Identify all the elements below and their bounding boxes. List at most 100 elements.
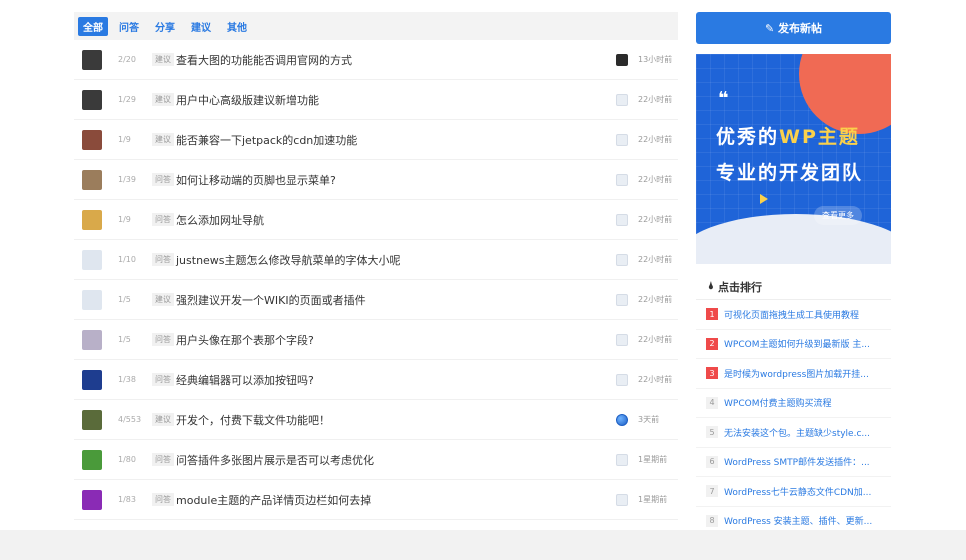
- avatar[interactable]: [82, 89, 102, 110]
- topic-title-link[interactable]: 如何让移动端的页脚也显示菜单?: [176, 172, 336, 188]
- topic-title-link[interactable]: module主题的产品详情页边栏如何去掉: [176, 492, 371, 508]
- last-reply-time: 22小时前: [638, 135, 673, 144]
- tab-share[interactable]: 分享: [150, 17, 180, 36]
- last-reply-time: 22小时前: [638, 335, 673, 344]
- ranking-item[interactable]: 5 无法安装这个包。主题缺少style.c...: [696, 418, 891, 448]
- rank-title-link[interactable]: WPCOM付费主题购买流程: [724, 396, 884, 409]
- last-replier-avatar-icon[interactable]: [616, 373, 628, 386]
- quote-icon: ❝: [718, 88, 729, 109]
- topic-row[interactable]: 1/5 问答 用户头像在那个表那个字段? 22小时前: [74, 320, 678, 360]
- last-replier-avatar-icon[interactable]: [616, 493, 628, 506]
- ranking-header: 🌢 点击排行: [696, 274, 891, 300]
- last-reply-time: 13小时前: [638, 55, 673, 64]
- topic-row[interactable]: 1/83 问答 module主题的产品详情页边栏如何去掉 1星期前: [74, 480, 678, 520]
- avatar[interactable]: [82, 329, 102, 350]
- rank-title-link[interactable]: WordPress SMTP邮件发送插件：...: [724, 455, 884, 468]
- last-replier-avatar-icon[interactable]: [616, 53, 628, 66]
- avatar[interactable]: [82, 289, 102, 310]
- popular-ranking: 🌢 点击排行 1 可视化页面拖拽生成工具使用教程 2 WPCOM主题如何升级到最…: [696, 274, 891, 536]
- avatar[interactable]: [82, 209, 102, 230]
- ranking-item[interactable]: 6 WordPress SMTP邮件发送插件：...: [696, 448, 891, 477]
- reply-view-count: 1/9: [118, 135, 131, 144]
- avatar[interactable]: [82, 409, 102, 430]
- topic-title-link[interactable]: 经典编辑器可以添加按钮吗?: [176, 372, 314, 388]
- topic-row[interactable]: 2/20 建议 查看大图的功能能否调用官网的方式 13小时前: [74, 40, 678, 80]
- topic-row[interactable]: 1/38 问答 经典编辑器可以添加按钮吗? 22小时前: [74, 360, 678, 400]
- last-replier-avatar-icon[interactable]: [616, 133, 628, 146]
- topic-rows: 2/20 建议 查看大图的功能能否调用官网的方式 13小时前 1/29 建议 用…: [74, 40, 678, 520]
- topic-title-link[interactable]: justnews主题怎么修改导航菜单的字体大小呢: [176, 252, 401, 268]
- rank-title-link[interactable]: 无法安装这个包。主题缺少style.c...: [724, 426, 884, 439]
- topic-title-link[interactable]: 查看大图的功能能否调用官网的方式: [176, 52, 352, 68]
- tab-all[interactable]: 全部: [78, 16, 108, 36]
- last-replier-avatar-icon[interactable]: [616, 333, 628, 346]
- ranking-item[interactable]: 7 WordPress七牛云静态文件CDN加...: [696, 477, 891, 507]
- rank-title-link[interactable]: WPCOM主题如何升级到最新版 主...: [724, 337, 884, 350]
- avatar[interactable]: [82, 129, 102, 150]
- topic-row[interactable]: 1/9 建议 能否兼容一下jetpack的cdn加速功能 22小时前: [74, 120, 678, 160]
- topic-title-link[interactable]: 强烈建议开发一个WIKI的页面或者插件: [176, 292, 366, 308]
- topic-tag: 建议: [152, 413, 174, 426]
- topic-title-link[interactable]: 开发个，付费下载文件功能吧！: [176, 412, 330, 428]
- topic-tag: 建议: [152, 133, 174, 146]
- tab-suggest[interactable]: 建议: [186, 17, 216, 36]
- topic-row[interactable]: 1/29 建议 用户中心高级版建议新增功能 22小时前: [74, 80, 678, 120]
- topic-row[interactable]: 4/553 建议 开发个，付费下载文件功能吧！ 3天前: [74, 400, 678, 440]
- last-replier-avatar-icon[interactable]: [616, 173, 628, 186]
- last-replier-avatar-icon[interactable]: [616, 293, 628, 306]
- ranking-item[interactable]: 3 是时候为wordpress图片加载开挂...: [696, 359, 891, 389]
- avatar[interactable]: [82, 169, 102, 190]
- rank-title-link[interactable]: WordPress 安装主题、插件、更新...: [724, 514, 884, 527]
- rank-title-link[interactable]: WordPress七牛云静态文件CDN加...: [724, 485, 884, 498]
- last-replier-avatar-icon[interactable]: [616, 413, 628, 426]
- reply-view-count: 1/38: [118, 375, 136, 384]
- topic-row[interactable]: 1/10 问答 justnews主题怎么修改导航菜单的字体大小呢 22小时前: [74, 240, 678, 280]
- topic-title-link[interactable]: 能否兼容一下jetpack的cdn加速功能: [176, 132, 357, 148]
- topic-row[interactable]: 1/9 问答 怎么添加网址导航 22小时前: [74, 200, 678, 240]
- rank-number: 2: [706, 337, 718, 350]
- banner-headline-1: 优秀的WP主题: [716, 126, 860, 148]
- avatar[interactable]: [82, 489, 102, 510]
- tab-other[interactable]: 其他: [222, 17, 252, 36]
- tab-qa[interactable]: 问答: [114, 17, 144, 36]
- topic-title-link[interactable]: 问答插件多张图片展示是否可以考虑优化: [176, 452, 374, 468]
- topic-row[interactable]: 1/80 问答 问答插件多张图片展示是否可以考虑优化 1星期前: [74, 440, 678, 480]
- topic-row[interactable]: 1/5 建议 强烈建议开发一个WIKI的页面或者插件 22小时前: [74, 280, 678, 320]
- topic-tag: 问答: [152, 333, 174, 346]
- topic-title-link[interactable]: 用户头像在那个表那个字段?: [176, 332, 314, 348]
- last-reply-time: 1星期前: [638, 455, 668, 464]
- last-reply-time: 22小时前: [638, 375, 673, 384]
- reply-view-count: 2/20: [118, 55, 136, 64]
- rank-number: 6: [706, 455, 718, 468]
- ranking-item[interactable]: 1 可视化页面拖拽生成工具使用教程: [696, 300, 891, 330]
- last-replier-avatar-icon[interactable]: [616, 213, 628, 226]
- page-bottom-area: [0, 530, 966, 560]
- ranking-item[interactable]: 2 WPCOM主题如何升级到最新版 主...: [696, 330, 891, 359]
- avatar[interactable]: [82, 49, 102, 70]
- rank-number: 1: [706, 308, 718, 321]
- avatar[interactable]: [82, 249, 102, 270]
- topic-tag: 问答: [152, 453, 174, 466]
- promo-banner[interactable]: ❝ 优秀的WP主题 专业的开发团队 查看更多: [696, 54, 891, 264]
- last-replier-avatar-icon[interactable]: [616, 453, 628, 466]
- reply-view-count: 1/83: [118, 495, 136, 504]
- reply-view-count: 1/5: [118, 295, 131, 304]
- topic-title-link[interactable]: 用户中心高级版建议新增功能: [176, 92, 319, 108]
- topic-tag: 问答: [152, 373, 174, 386]
- topic-row[interactable]: 1/39 问答 如何让移动端的页脚也显示菜单? 22小时前: [74, 160, 678, 200]
- banner-more-button[interactable]: 查看更多: [814, 206, 862, 225]
- ranking-item[interactable]: 4 WPCOM付费主题购买流程: [696, 389, 891, 418]
- last-replier-avatar-icon[interactable]: [616, 93, 628, 106]
- sidebar: ✎ 发布新帖 ❝ 优秀的WP主题 专业的开发团队 查看更多 🌢 点击排行 1 可…: [696, 12, 891, 536]
- reply-view-count: 1/10: [118, 255, 136, 264]
- avatar[interactable]: [82, 449, 102, 470]
- forum-topic-list: 全部 问答 分享 建议 其他 2/20 建议 查看大图的功能能否调用官网的方式 …: [74, 12, 678, 520]
- ranking-list: 1 可视化页面拖拽生成工具使用教程 2 WPCOM主题如何升级到最新版 主...…: [696, 300, 891, 536]
- rank-title-link[interactable]: 可视化页面拖拽生成工具使用教程: [724, 308, 884, 321]
- last-reply-time: 22小时前: [638, 295, 673, 304]
- topic-title-link[interactable]: 怎么添加网址导航: [176, 212, 264, 228]
- avatar[interactable]: [82, 369, 102, 390]
- last-replier-avatar-icon[interactable]: [616, 253, 628, 266]
- rank-title-link[interactable]: 是时候为wordpress图片加载开挂...: [724, 367, 884, 380]
- new-post-button[interactable]: ✎ 发布新帖: [696, 12, 891, 44]
